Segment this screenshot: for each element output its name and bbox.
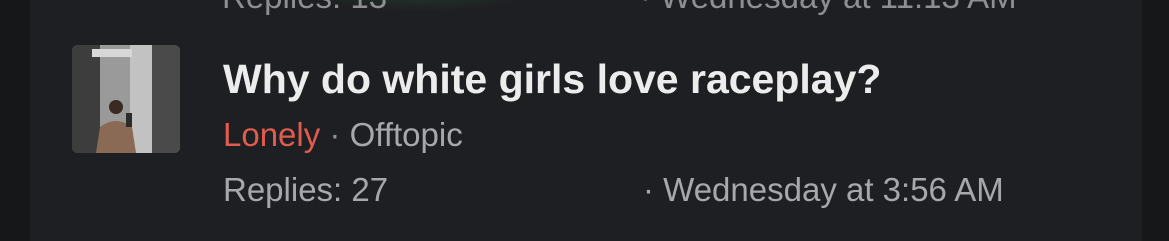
previous-thread-date[interactable]: · Wednesday at 11:13 AM — [640, 0, 1017, 16]
thread-forum[interactable]: Offtopic — [350, 116, 463, 153]
thread-author[interactable]: Lonely — [223, 116, 320, 153]
avatar[interactable] — [72, 45, 180, 153]
thread-row[interactable]: Why do white girls love raceplay? Lonely… — [30, 40, 1142, 241]
thread-replies: Replies: 27 — [223, 171, 389, 208]
thread-last-post-date[interactable]: · Wednesday at 3:56 AM — [643, 170, 1004, 210]
thread-list-panel: Replies: 13 · Wednesday at 11:13 AM Why … — [30, 0, 1142, 241]
thread-meta: Lonely · Offtopic — [223, 115, 463, 155]
avatar-photo-icon — [72, 45, 180, 153]
meta-separator: · — [329, 116, 341, 153]
thread-stats: Replies: 27 · Wednesday at 3:56 AM — [223, 170, 1043, 210]
previous-thread-replies: Replies: 13 — [222, 0, 387, 16]
previous-thread-row[interactable]: Replies: 13 · Wednesday at 11:13 AM — [30, 0, 1142, 15]
thread-title[interactable]: Why do white girls love raceplay? — [223, 56, 881, 102]
